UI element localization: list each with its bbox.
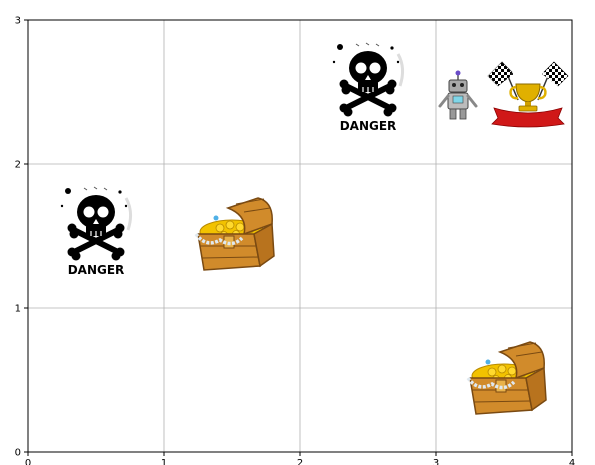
- chest-graphic: [466, 340, 548, 416]
- skull-crossbones-icon: [61, 187, 131, 261]
- danger-label: DANGER: [68, 263, 125, 277]
- treasure-chest-icon: [466, 340, 548, 416]
- trophy-graphic: [486, 60, 570, 129]
- x-tick-label: 2: [297, 458, 303, 465]
- danger-skull-icon: DANGER: [333, 43, 403, 133]
- robot-graphic: [438, 69, 478, 121]
- y-tick-label: 2: [15, 160, 21, 171]
- x-tick-label: 4: [569, 458, 575, 465]
- x-tick-label: 3: [433, 458, 439, 465]
- y-tick-label: 0: [15, 448, 21, 459]
- treasure-chest-icon: [194, 196, 276, 272]
- chest-graphic: [194, 196, 276, 272]
- y-tick-label: 3: [15, 16, 21, 27]
- skull-crossbones-icon: [333, 43, 403, 117]
- x-tick-label: 0: [25, 458, 31, 465]
- trophy-goal-icon: [486, 60, 570, 129]
- x-tick-label: 1: [161, 458, 167, 465]
- danger-label: DANGER: [340, 119, 397, 133]
- robot-icon: [438, 69, 478, 121]
- danger-skull-icon: DANGER: [61, 187, 131, 277]
- y-tick-label: 1: [15, 304, 21, 315]
- plot-area: DANGER DANGER 0 1 2 3 4 0 1 2 3: [15, 16, 576, 465]
- game-board: DANGER DANGER 0 1 2 3 4 0 1 2 3: [15, 16, 576, 465]
